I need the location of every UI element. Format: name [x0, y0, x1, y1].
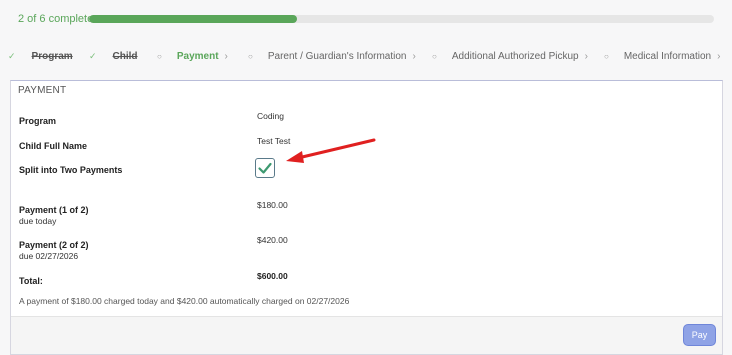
program-label: Program — [19, 116, 57, 126]
pay-button[interactable]: Pay — [683, 324, 716, 346]
step-parent-guardian[interactable]: ○ Parent / Guardian's Information › — [248, 48, 416, 64]
chevron-right-icon: › — [584, 50, 588, 62]
total-amount: $600.00 — [257, 271, 288, 281]
annotation-arrow-icon — [286, 138, 376, 163]
progress-text: 2 of 6 complete — [18, 13, 94, 25]
chevron-right-icon: › — [717, 50, 721, 62]
step-additional-pickup[interactable]: ○ Additional Authorized Pickup › — [432, 48, 588, 64]
progress-fill — [89, 15, 298, 23]
child-name-label: Child Full Name — [19, 141, 88, 151]
payment1-due: due today — [19, 216, 57, 226]
check-icon: ✓ — [89, 50, 97, 61]
payment-card: PAYMENT Program Coding Child Full Name T… — [10, 80, 723, 355]
step-label: Program — [31, 50, 73, 62]
payment2-amount: $420.00 — [257, 235, 288, 245]
split-payments-checkbox[interactable] — [255, 158, 275, 178]
circle-icon: ○ — [157, 51, 162, 61]
card-footer — [11, 317, 722, 354]
circle-icon: ○ — [432, 51, 437, 61]
payment1-label: Payment (1 of 2) — [19, 205, 89, 215]
step-label: Additional Authorized Pickup — [451, 50, 579, 62]
chevron-right-icon: › — [412, 50, 416, 62]
circle-icon: ○ — [248, 51, 253, 61]
step-label: Parent / Guardian's Information — [267, 50, 407, 62]
payment2-label: Payment (2 of 2) — [19, 240, 89, 250]
total-label: Total: — [19, 276, 43, 286]
step-medical-information[interactable]: ○ Medical Information › — [604, 48, 720, 64]
progress-bar-row: 2 of 6 complete — [18, 12, 714, 26]
card-title: PAYMENT — [18, 85, 67, 96]
payment1-amount: $180.00 — [257, 200, 288, 210]
check-icon: ✓ — [8, 50, 16, 61]
checkmark-icon — [258, 162, 272, 174]
step-label: Medical Information — [623, 50, 712, 62]
step-program[interactable]: ✓ Program — [8, 48, 73, 64]
circle-icon: ○ — [604, 51, 609, 61]
steps-nav: ✓ Program ✓ Child ○ Payment › ○ Parent /… — [0, 48, 732, 64]
payment2-due: due 02/27/2026 — [19, 251, 79, 261]
step-label: Child — [112, 50, 138, 62]
split-payments-label: Split into Two Payments — [19, 165, 123, 175]
chevron-right-icon: › — [224, 50, 228, 62]
progress-track — [89, 15, 714, 23]
step-child[interactable]: ✓ Child — [89, 48, 138, 64]
payment-note: A payment of $180.00 charged today and $… — [19, 296, 350, 306]
step-payment[interactable]: ○ Payment › — [157, 48, 228, 64]
program-value: Coding — [257, 111, 284, 121]
step-label: Payment — [176, 50, 219, 62]
